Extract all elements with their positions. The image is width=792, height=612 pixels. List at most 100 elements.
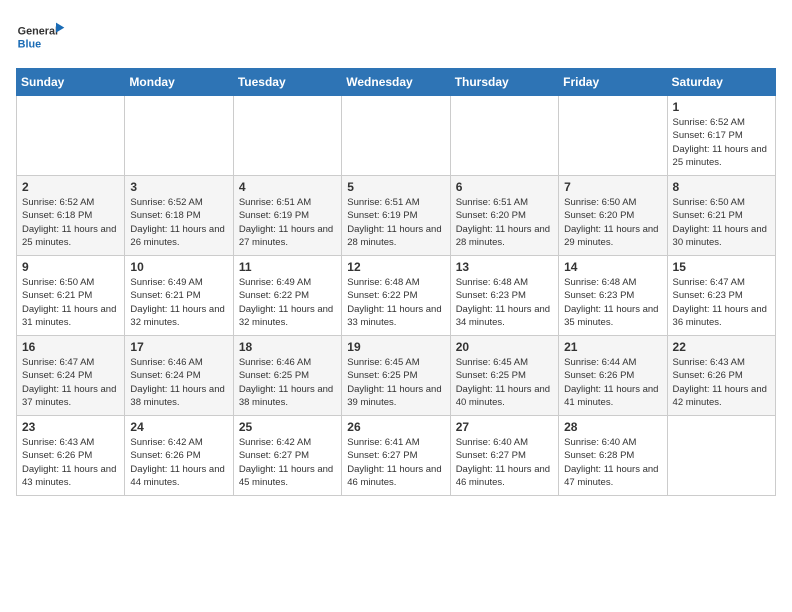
weekday-header-saturday: Saturday [667, 69, 775, 96]
weekday-header-row: SundayMondayTuesdayWednesdayThursdayFrid… [17, 69, 776, 96]
day-info: Sunrise: 6:47 AM Sunset: 6:24 PM Dayligh… [22, 356, 119, 409]
page-header: General Blue [16, 16, 776, 56]
day-number: 1 [673, 100, 770, 114]
day-cell: 16 Sunrise: 6:47 AM Sunset: 6:24 PM Dayli… [17, 336, 125, 416]
day-info: Sunrise: 6:46 AM Sunset: 6:25 PM Dayligh… [239, 356, 336, 409]
day-cell: 27 Sunrise: 6:40 AM Sunset: 6:27 PM Dayli… [450, 416, 558, 496]
day-cell: 3 Sunrise: 6:52 AM Sunset: 6:18 PM Daylig… [125, 176, 233, 256]
day-number: 3 [130, 180, 227, 194]
day-number: 27 [456, 420, 553, 434]
svg-text:Blue: Blue [18, 39, 41, 51]
day-cell [667, 416, 775, 496]
day-cell: 14 Sunrise: 6:48 AM Sunset: 6:23 PM Dayli… [559, 256, 667, 336]
day-number: 7 [564, 180, 661, 194]
day-cell: 26 Sunrise: 6:41 AM Sunset: 6:27 PM Dayli… [342, 416, 450, 496]
weekday-header-sunday: Sunday [17, 69, 125, 96]
day-cell: 11 Sunrise: 6:49 AM Sunset: 6:22 PM Dayli… [233, 256, 341, 336]
day-info: Sunrise: 6:48 AM Sunset: 6:22 PM Dayligh… [347, 276, 444, 329]
logo-svg: General Blue [16, 16, 66, 56]
day-info: Sunrise: 6:50 AM Sunset: 6:20 PM Dayligh… [564, 196, 661, 249]
day-cell: 4 Sunrise: 6:51 AM Sunset: 6:19 PM Daylig… [233, 176, 341, 256]
weekday-header-friday: Friday [559, 69, 667, 96]
day-cell: 19 Sunrise: 6:45 AM Sunset: 6:25 PM Dayli… [342, 336, 450, 416]
day-cell: 2 Sunrise: 6:52 AM Sunset: 6:18 PM Daylig… [17, 176, 125, 256]
day-info: Sunrise: 6:52 AM Sunset: 6:18 PM Dayligh… [130, 196, 227, 249]
day-info: Sunrise: 6:50 AM Sunset: 6:21 PM Dayligh… [673, 196, 770, 249]
day-info: Sunrise: 6:51 AM Sunset: 6:19 PM Dayligh… [239, 196, 336, 249]
day-number: 25 [239, 420, 336, 434]
day-cell: 17 Sunrise: 6:46 AM Sunset: 6:24 PM Dayli… [125, 336, 233, 416]
day-number: 20 [456, 340, 553, 354]
day-cell: 13 Sunrise: 6:48 AM Sunset: 6:23 PM Dayli… [450, 256, 558, 336]
day-info: Sunrise: 6:47 AM Sunset: 6:23 PM Dayligh… [673, 276, 770, 329]
day-info: Sunrise: 6:42 AM Sunset: 6:26 PM Dayligh… [130, 436, 227, 489]
day-number: 8 [673, 180, 770, 194]
calendar-table: SundayMondayTuesdayWednesdayThursdayFrid… [16, 68, 776, 496]
day-cell: 15Sunrise: 6:47 AM Sunset: 6:23 PM Dayli… [667, 256, 775, 336]
day-cell [233, 96, 341, 176]
day-number: 28 [564, 420, 661, 434]
day-number: 10 [130, 260, 227, 274]
day-cell [17, 96, 125, 176]
svg-text:General: General [18, 25, 58, 37]
day-cell: 7 Sunrise: 6:50 AM Sunset: 6:20 PM Daylig… [559, 176, 667, 256]
day-number: 4 [239, 180, 336, 194]
week-row-4: 16 Sunrise: 6:47 AM Sunset: 6:24 PM Dayli… [17, 336, 776, 416]
day-number: 11 [239, 260, 336, 274]
day-info: Sunrise: 6:52 AM Sunset: 6:18 PM Dayligh… [22, 196, 119, 249]
day-info: Sunrise: 6:45 AM Sunset: 6:25 PM Dayligh… [456, 356, 553, 409]
day-number: 18 [239, 340, 336, 354]
day-info: Sunrise: 6:41 AM Sunset: 6:27 PM Dayligh… [347, 436, 444, 489]
day-info: Sunrise: 6:40 AM Sunset: 6:27 PM Dayligh… [456, 436, 553, 489]
day-cell: 22 Sunrise: 6:43 AM Sunset: 6:26 PM Dayli… [667, 336, 775, 416]
day-number: 16 [22, 340, 119, 354]
day-cell: 1 Sunrise: 6:52 AM Sunset: 6:17 PM Daylig… [667, 96, 775, 176]
day-info: Sunrise: 6:46 AM Sunset: 6:24 PM Dayligh… [130, 356, 227, 409]
day-info: Sunrise: 6:45 AM Sunset: 6:25 PM Dayligh… [347, 356, 444, 409]
day-cell [559, 96, 667, 176]
day-info: Sunrise: 6:51 AM Sunset: 6:20 PM Dayligh… [456, 196, 553, 249]
day-number: 24 [130, 420, 227, 434]
day-info: Sunrise: 6:40 AM Sunset: 6:28 PM Dayligh… [564, 436, 661, 489]
day-number: 13 [456, 260, 553, 274]
day-info: Sunrise: 6:52 AM Sunset: 6:17 PM Dayligh… [673, 116, 770, 169]
day-number: 22 [673, 340, 770, 354]
logo: General Blue [16, 16, 66, 56]
day-cell: 20 Sunrise: 6:45 AM Sunset: 6:25 PM Dayli… [450, 336, 558, 416]
day-info: Sunrise: 6:50 AM Sunset: 6:21 PM Dayligh… [22, 276, 119, 329]
week-row-3: 9 Sunrise: 6:50 AM Sunset: 6:21 PM Daylig… [17, 256, 776, 336]
day-cell: 28 Sunrise: 6:40 AM Sunset: 6:28 PM Dayli… [559, 416, 667, 496]
day-number: 6 [456, 180, 553, 194]
day-cell: 9 Sunrise: 6:50 AM Sunset: 6:21 PM Daylig… [17, 256, 125, 336]
day-info: Sunrise: 6:49 AM Sunset: 6:21 PM Dayligh… [130, 276, 227, 329]
day-number: 9 [22, 260, 119, 274]
day-cell: 12 Sunrise: 6:48 AM Sunset: 6:22 PM Dayli… [342, 256, 450, 336]
day-number: 19 [347, 340, 444, 354]
day-cell: 8 Sunrise: 6:50 AM Sunset: 6:21 PM Daylig… [667, 176, 775, 256]
day-cell: 23 Sunrise: 6:43 AM Sunset: 6:26 PM Dayli… [17, 416, 125, 496]
day-cell [450, 96, 558, 176]
weekday-header-monday: Monday [125, 69, 233, 96]
day-cell: 24 Sunrise: 6:42 AM Sunset: 6:26 PM Dayli… [125, 416, 233, 496]
day-number: 12 [347, 260, 444, 274]
day-number: 23 [22, 420, 119, 434]
week-row-5: 23 Sunrise: 6:43 AM Sunset: 6:26 PM Dayli… [17, 416, 776, 496]
day-number: 14 [564, 260, 661, 274]
day-cell [125, 96, 233, 176]
day-number: 21 [564, 340, 661, 354]
day-number: 2 [22, 180, 119, 194]
day-number: 17 [130, 340, 227, 354]
day-info: Sunrise: 6:51 AM Sunset: 6:19 PM Dayligh… [347, 196, 444, 249]
day-info: Sunrise: 6:42 AM Sunset: 6:27 PM Dayligh… [239, 436, 336, 489]
week-row-1: 1 Sunrise: 6:52 AM Sunset: 6:17 PM Daylig… [17, 96, 776, 176]
day-info: Sunrise: 6:48 AM Sunset: 6:23 PM Dayligh… [564, 276, 661, 329]
day-info: Sunrise: 6:43 AM Sunset: 6:26 PM Dayligh… [22, 436, 119, 489]
day-info: Sunrise: 6:43 AM Sunset: 6:26 PM Dayligh… [673, 356, 770, 409]
day-info: Sunrise: 6:48 AM Sunset: 6:23 PM Dayligh… [456, 276, 553, 329]
weekday-header-thursday: Thursday [450, 69, 558, 96]
day-cell: 21Sunrise: 6:44 AM Sunset: 6:26 PM Dayli… [559, 336, 667, 416]
weekday-header-wednesday: Wednesday [342, 69, 450, 96]
day-cell [342, 96, 450, 176]
day-number: 26 [347, 420, 444, 434]
day-info: Sunrise: 6:49 AM Sunset: 6:22 PM Dayligh… [239, 276, 336, 329]
